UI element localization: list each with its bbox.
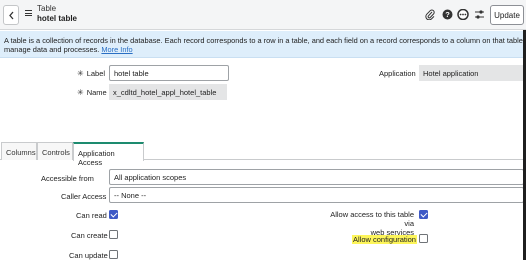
can-update-checkbox[interactable] [109,250,118,259]
caller-access-select[interactable]: -- None -- [109,187,524,203]
can-read-checkbox[interactable] [109,210,118,219]
attachment-icon[interactable] [424,8,436,20]
allow-web-services-label: Allow access to this table via web servi… [330,210,414,237]
tabs-bar: Columns Controls Application Access [0,142,526,167]
back-button[interactable] [3,5,19,25]
label-input[interactable]: hotel table [109,65,229,81]
name-input: x_cdltd_hotel_appl_hotel_table [109,84,227,100]
update-button[interactable]: Update [490,5,524,25]
application-field-label: Application [379,69,416,78]
more-options-icon[interactable] [457,8,469,20]
can-create-checkbox[interactable] [109,230,118,239]
allow-web-services-checkbox[interactable] [419,210,428,219]
can-create-label: Can create [71,231,108,240]
application-input: Hotel application [419,65,524,81]
chevron-left-icon [8,11,13,19]
allow-configuration-label: Allow configuration [352,235,417,244]
banner-text-line1: A table is a collection of records in th… [4,36,526,45]
info-banner: A table is a collection of records in th… [0,31,526,58]
required-asterisk-icon: ✳ [77,88,84,97]
form-header: Table hotel table ? Update [0,0,526,30]
banner-text-line2: manage data and processes. [4,45,100,54]
tab-columns[interactable]: Columns [1,142,37,160]
menu-icon[interactable] [25,10,32,16]
page-title: Table hotel table [37,4,77,24]
accessible-from-label: Accessible from [41,174,94,183]
required-asterisk-icon: ✳ [77,69,84,78]
can-read-label: Can read [76,211,107,220]
help-icon[interactable]: ? [441,8,453,20]
svg-text:?: ? [445,10,450,19]
sliders-icon[interactable] [473,8,485,20]
name-field-label: ✳ Name [77,88,107,97]
allow-configuration-checkbox[interactable] [419,234,428,243]
page-title-record: hotel table [37,14,78,23]
tab-application-access[interactable]: Application Access [73,142,144,167]
caller-access-label: Caller Access [61,192,107,201]
label-field-label: ✳ Label [77,69,106,78]
page-title-type: Table [37,4,57,13]
tab-controls[interactable]: Controls [37,142,73,160]
more-info-link[interactable]: More Info [101,45,132,54]
accessible-from-select[interactable]: All application scopes [109,169,524,185]
can-update-label: Can update [69,251,108,260]
